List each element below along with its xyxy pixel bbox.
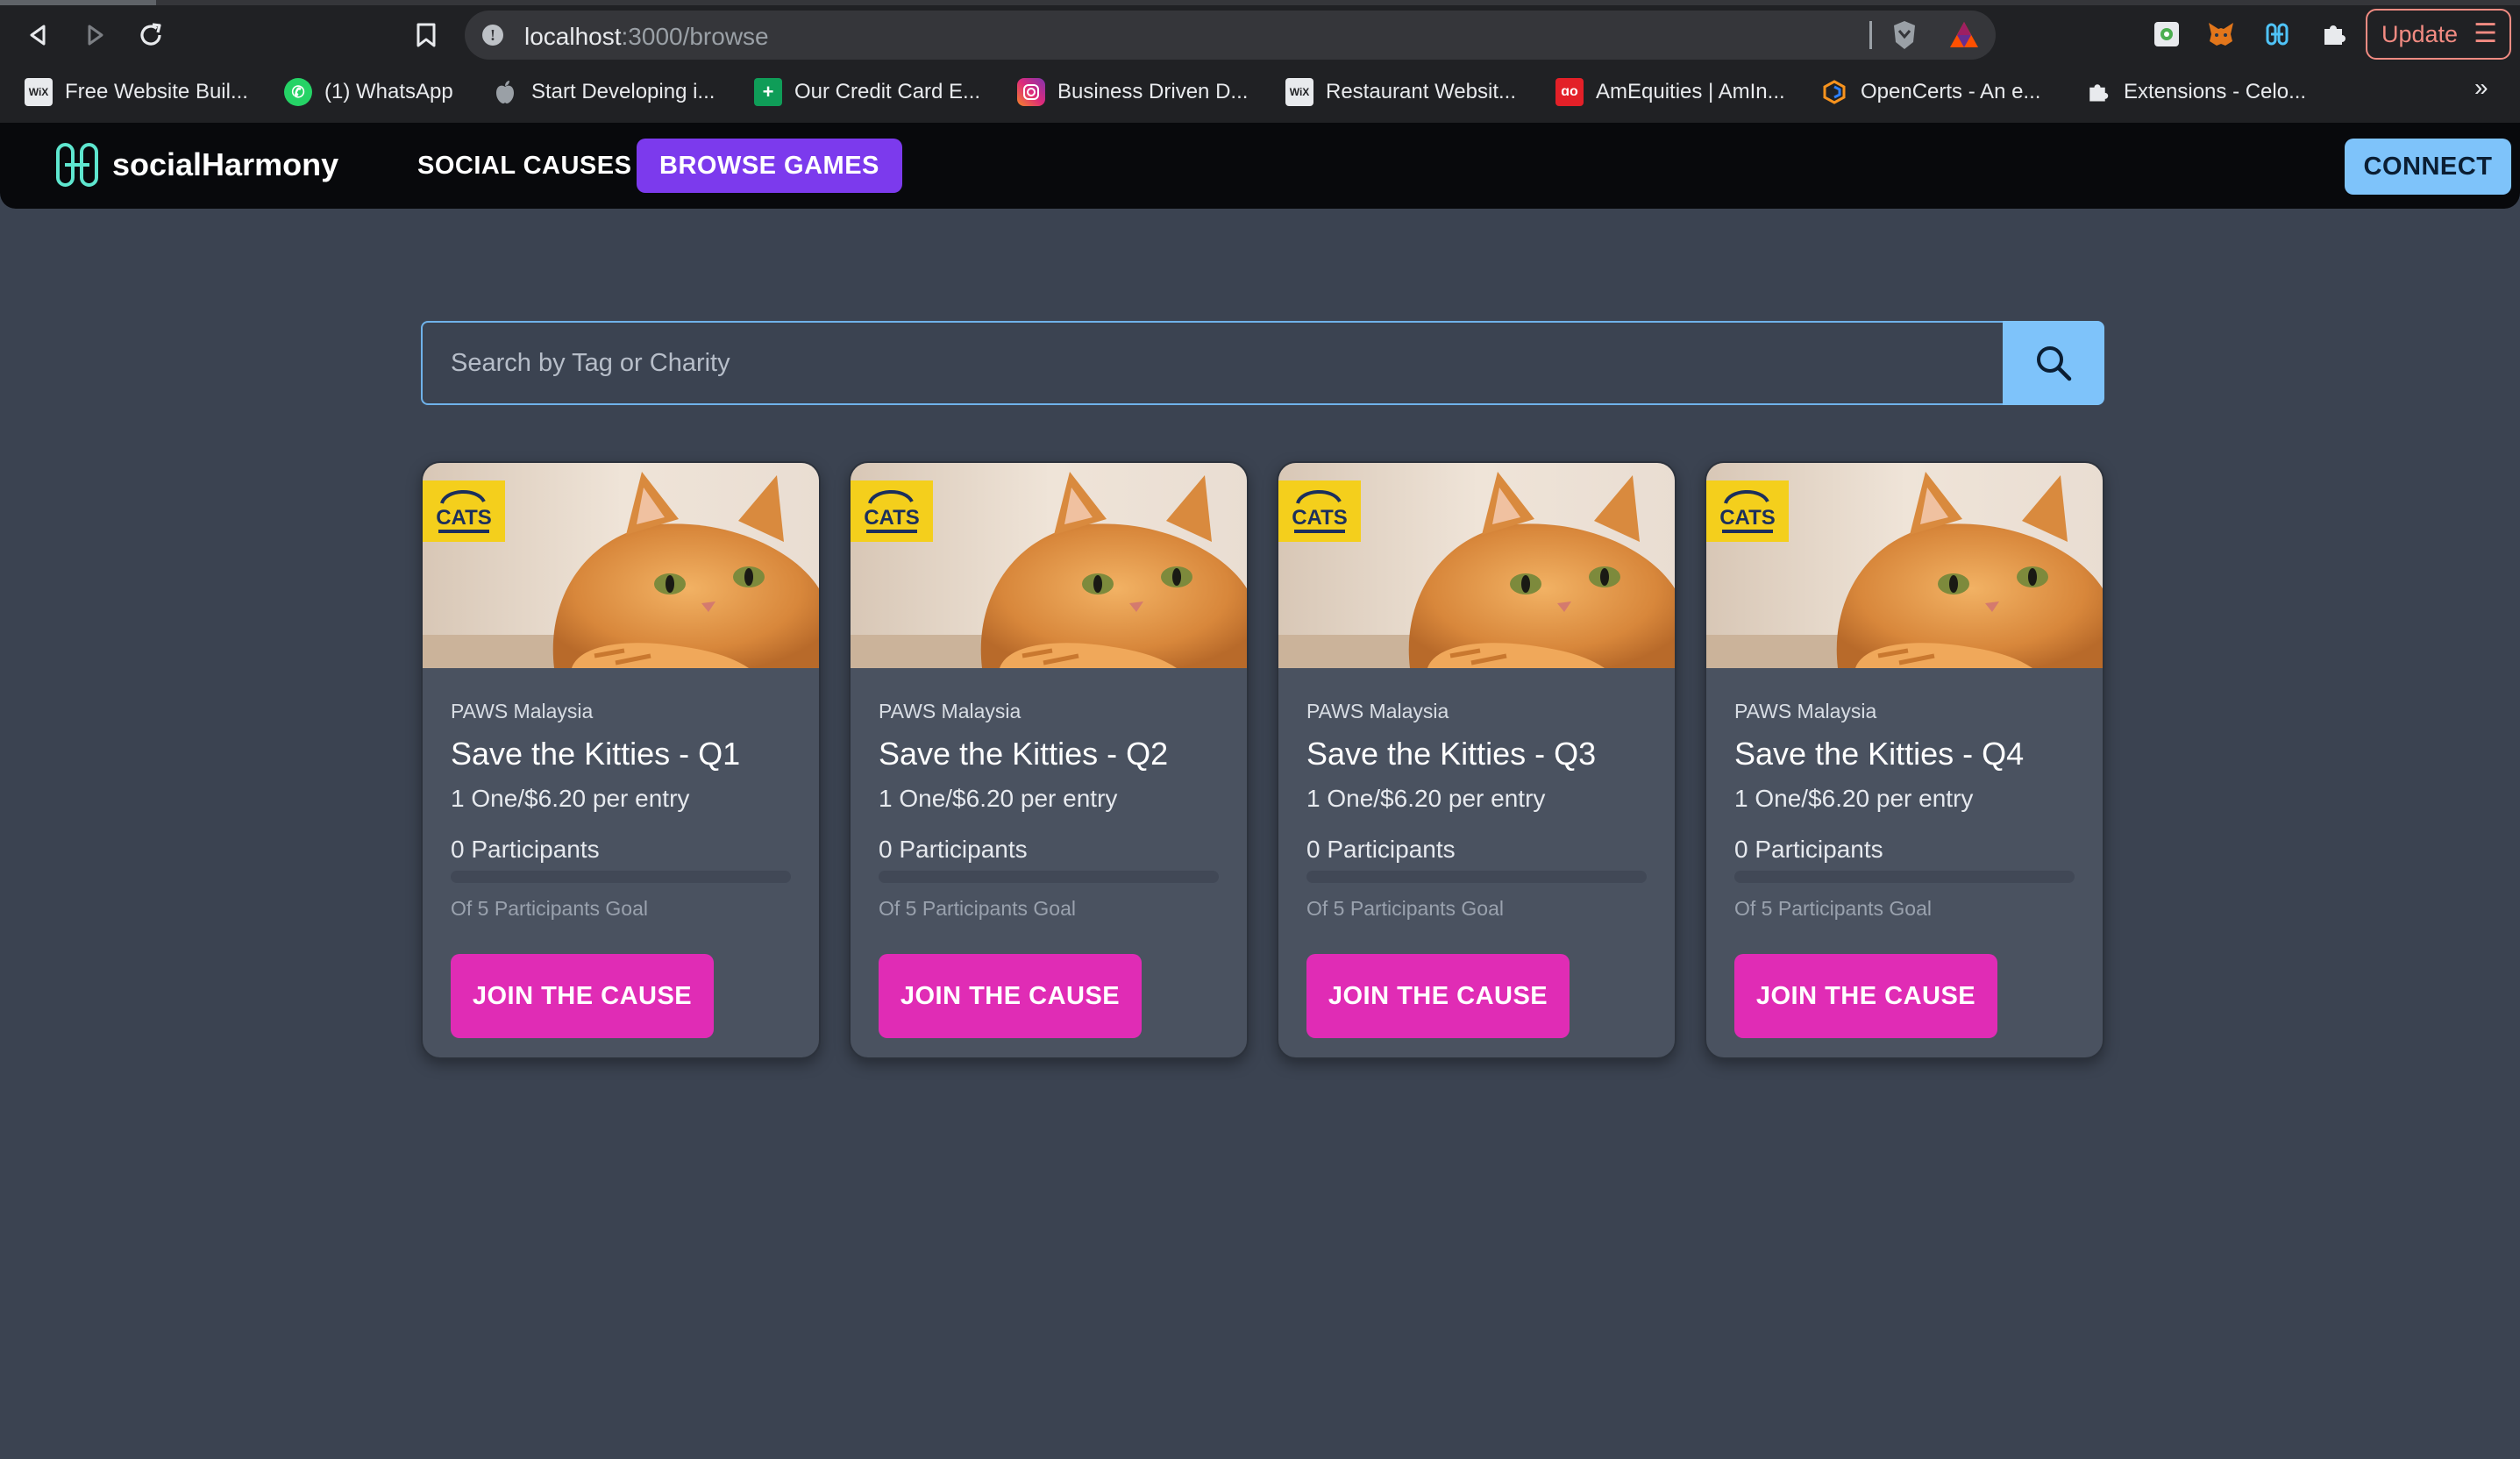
bookmark-item[interactable]: + Our Credit Card E... xyxy=(754,75,980,109)
whatsapp-icon: ✆ xyxy=(284,78,312,106)
card-body: PAWS Malaysia Save the Kitties - Q1 1 On… xyxy=(451,700,794,1038)
apple-icon xyxy=(491,78,519,106)
browser-chrome: ! localhost:3000/browse Update ☰ WiX Free … xyxy=(0,0,2520,123)
tab-strip xyxy=(0,0,2520,5)
card-body: PAWS Malaysia Save the Kitties - Q2 1 On… xyxy=(879,700,1222,1038)
svg-text:CATS: CATS xyxy=(1719,506,1776,530)
forward-icon[interactable] xyxy=(74,14,116,56)
charity-name: PAWS Malaysia xyxy=(879,700,1022,722)
metamask-icon[interactable] xyxy=(2204,18,2238,51)
join-cause-button[interactable]: JOIN THE CAUSE xyxy=(451,954,714,1038)
cat-image: CATS xyxy=(1706,463,2103,668)
svg-text:CATS: CATS xyxy=(864,506,920,530)
extension-green-icon[interactable] xyxy=(2150,18,2183,51)
participant-progress-bar xyxy=(1734,871,2075,883)
card-title: Save the Kitties - Q4 xyxy=(1734,736,2025,772)
brave-rewards-icon[interactable] xyxy=(1947,18,1982,53)
brand-logo[interactable]: socialHarmony xyxy=(54,142,338,188)
brand-name: socialHarmony xyxy=(112,146,339,182)
bookmark-item[interactable]: Extensions - Celo... xyxy=(2083,75,2306,109)
entry-price: 1 One/$6.20 per entry xyxy=(879,785,1118,812)
cat-image: CATS xyxy=(851,463,1247,668)
puzzle-icon xyxy=(2083,78,2111,106)
bookmark-item[interactable]: ✆ (1) WhatsApp xyxy=(284,75,453,109)
charity-name: PAWS Malaysia xyxy=(1306,700,1449,722)
address-bar[interactable]: ! localhost:3000/browse xyxy=(465,11,1996,60)
connect-button[interactable]: CONNECT xyxy=(2345,139,2511,195)
participant-goal: Of 5 Participants Goal xyxy=(451,897,648,920)
url-divider xyxy=(1869,21,1872,49)
search-input[interactable] xyxy=(421,321,2004,405)
search-icon xyxy=(2037,346,2072,381)
join-cause-button[interactable]: JOIN THE CAUSE xyxy=(1306,954,1570,1038)
cause-card-grid: CATS PAWS Malaysia Save the Kitties - Q1… xyxy=(421,461,2104,1059)
card-title: Save the Kitties - Q3 xyxy=(1306,736,1597,772)
bookmark-item[interactable]: WiX Restaurant Websit... xyxy=(1285,75,1516,109)
brave-shield-icon[interactable] xyxy=(1887,18,1922,53)
cats-protection-logo: CATS xyxy=(1706,480,1789,542)
join-cause-button[interactable]: JOIN THE CAUSE xyxy=(879,954,1142,1038)
charity-name: PAWS Malaysia xyxy=(451,700,594,722)
harmony-logo-icon xyxy=(56,143,98,187)
entry-price: 1 One/$6.20 per entry xyxy=(451,785,690,812)
participant-progress-bar xyxy=(879,871,1219,883)
menu-icon[interactable]: ☰ xyxy=(2474,11,2497,58)
participant-progress-bar xyxy=(1306,871,1647,883)
participant-goal: Of 5 Participants Goal xyxy=(1734,897,1932,920)
cats-protection-logo: CATS xyxy=(851,480,933,542)
nav-browse-games[interactable]: BROWSE GAMES xyxy=(637,139,902,193)
extensions-puzzle-icon[interactable] xyxy=(2317,18,2350,51)
sheets-icon: + xyxy=(754,78,782,106)
participant-count: 0 Participants xyxy=(451,836,600,863)
opencerts-icon xyxy=(1820,78,1848,106)
participant-count: 0 Participants xyxy=(879,836,1028,863)
instagram-icon xyxy=(1017,78,1045,106)
bookmark-item[interactable]: Start Developing i... xyxy=(491,75,715,109)
svg-text:CATS: CATS xyxy=(436,506,492,530)
card-body: PAWS Malaysia Save the Kitties - Q4 1 On… xyxy=(1734,700,2078,1038)
harmony-extension-icon[interactable] xyxy=(2260,18,2294,51)
ambank-icon: ɑo xyxy=(1555,78,1584,106)
back-icon[interactable] xyxy=(18,14,60,56)
card-title: Save the Kitties - Q2 xyxy=(879,736,1169,772)
nav-social-causes[interactable]: SOCIAL CAUSES xyxy=(395,139,654,193)
participant-count: 0 Participants xyxy=(1734,836,1883,863)
bookmark-item[interactable]: Business Driven D... xyxy=(1017,75,1248,109)
card-body: PAWS Malaysia Save the Kitties - Q3 1 On… xyxy=(1306,700,1650,1038)
bookmark-item[interactable]: ɑo AmEquities | AmIn... xyxy=(1555,75,1785,109)
bookmark-item[interactable]: WiX Free Website Buil... xyxy=(25,75,248,109)
search-bar xyxy=(421,321,2104,405)
search-button[interactable] xyxy=(2003,321,2104,405)
participant-progress-bar xyxy=(451,871,791,883)
participant-count: 0 Participants xyxy=(1306,836,1456,863)
wix-icon: WiX xyxy=(1285,78,1313,106)
cause-card: CATS PAWS Malaysia Save the Kitties - Q3… xyxy=(1277,461,1676,1059)
svg-text:CATS: CATS xyxy=(1292,506,1348,530)
participant-goal: Of 5 Participants Goal xyxy=(879,897,1076,920)
update-button[interactable]: Update ☰ xyxy=(2366,9,2511,60)
site-info-icon[interactable]: ! xyxy=(482,25,503,46)
charity-name: PAWS Malaysia xyxy=(1734,700,1877,722)
bookmark-item[interactable]: OpenCerts - An e... xyxy=(1820,75,2040,109)
cause-card: CATS PAWS Malaysia Save the Kitties - Q1… xyxy=(421,461,821,1059)
card-title: Save the Kitties - Q1 xyxy=(451,736,741,772)
bookmarks-overflow-button[interactable]: » xyxy=(2474,74,2488,102)
cats-protection-logo: CATS xyxy=(1278,480,1361,542)
cat-image: CATS xyxy=(423,463,819,668)
app-navbar: socialHarmony SOCIAL CAUSES BROWSE GAMES… xyxy=(0,123,2520,209)
bookmark-icon[interactable] xyxy=(405,14,447,56)
cats-protection-logo: CATS xyxy=(423,480,505,542)
cause-card: CATS PAWS Malaysia Save the Kitties - Q4… xyxy=(1705,461,2104,1059)
entry-price: 1 One/$6.20 per entry xyxy=(1734,785,1974,812)
cause-card: CATS PAWS Malaysia Save the Kitties - Q2… xyxy=(849,461,1249,1059)
join-cause-button[interactable]: JOIN THE CAUSE xyxy=(1734,954,1997,1038)
wix-icon: WiX xyxy=(25,78,53,106)
bookmarks-bar: WiX Free Website Buil... ✆ (1) WhatsApp St… xyxy=(0,70,2520,114)
reload-icon[interactable] xyxy=(130,14,172,56)
url-text[interactable]: localhost:3000/browse xyxy=(524,23,769,51)
cat-image: CATS xyxy=(1278,463,1675,668)
entry-price: 1 One/$6.20 per entry xyxy=(1306,785,1546,812)
participant-goal: Of 5 Participants Goal xyxy=(1306,897,1504,920)
active-tab[interactable] xyxy=(0,0,156,5)
